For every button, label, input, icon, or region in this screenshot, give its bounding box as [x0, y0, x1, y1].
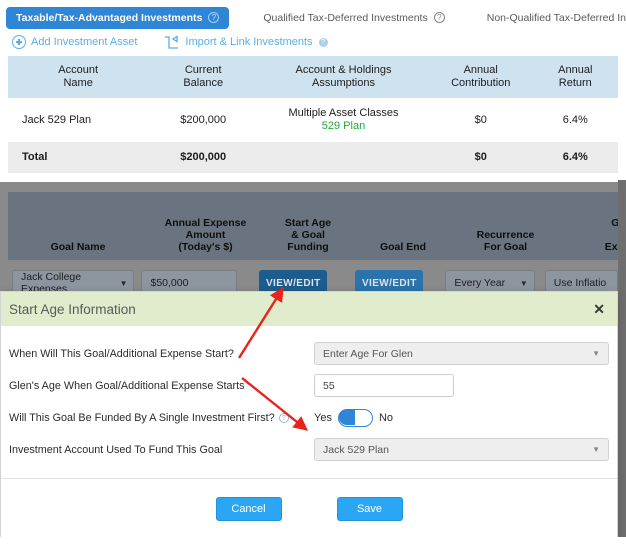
start-age-viewedit-label: VIEW/EDIT	[265, 277, 321, 289]
cell-total-label: Total	[8, 142, 149, 173]
age-input[interactable]: 55	[314, 374, 454, 397]
column-header-goal-name: Goal Name	[50, 241, 106, 253]
age-control: 55	[314, 374, 609, 397]
column-header-growth-before-expense: Growth Befo Expense	[604, 217, 626, 253]
investment-account-control: Jack 529 Plan ▼	[314, 438, 609, 461]
close-icon[interactable]: ✕	[593, 302, 605, 316]
save-button-label: Save	[356, 502, 383, 515]
chevron-down-icon: ▼	[592, 349, 600, 358]
tab-label: Non-Qualified Tax-Deferred Investments	[486, 11, 626, 24]
tab-taxable-tax-advantaged[interactable]: Taxable/Tax-Advantaged Investments ?	[6, 6, 230, 29]
label-single-investment: Will This Goal Be Funded By A Single Inv…	[9, 412, 314, 424]
goals-table-header: Goal Name Annual Expense Amount (Today's…	[8, 192, 626, 260]
field-row-single-investment: Will This Goal Be Funded By A Single Inv…	[9, 402, 609, 433]
accounts-table-header-row: Account Name Current Balance Account & H…	[8, 56, 618, 98]
single-investment-toggle[interactable]	[337, 408, 373, 427]
cell-assumptions: Multiple Asset Classes 529 Plan	[258, 98, 429, 142]
growth-value: Use Inflatio	[553, 277, 607, 289]
import-link-investments-label: Import & Link Investments	[185, 36, 313, 48]
column-header-goal-end: Goal End	[379, 241, 427, 253]
start-age-information-modal: Start Age Information ✕ When Will This G…	[0, 291, 618, 539]
single-investment-control: Yes No	[314, 408, 609, 427]
field-row-goal-start: When Will This Goal/Additional Expense S…	[9, 338, 609, 369]
column-header-annual-contribution: Annual Contribution	[428, 56, 533, 98]
cell-account-name: Jack 529 Plan	[8, 98, 149, 142]
label-single-investment-text: Will This Goal Be Funded By A Single Inv…	[9, 411, 275, 424]
field-row-age: Glen's Age When Goal/Additional Expense …	[9, 370, 609, 401]
accounts-table-wrap: Account Name Current Balance Account & H…	[0, 56, 626, 173]
label-investment-account: Investment Account Used To Fund This Goa…	[9, 443, 223, 456]
column-header-account-name: Account Name	[8, 56, 149, 98]
bottom-gutter	[0, 537, 626, 545]
cancel-button-label: Cancel	[231, 502, 266, 515]
toggle-no-label: No	[378, 411, 394, 424]
help-icon[interactable]: ?	[278, 412, 289, 423]
recurrence-value: Every Year	[454, 277, 506, 289]
asset-action-row: Add Investment Asset Import & Link Inves…	[0, 30, 626, 56]
tab-label: Qualified Tax-Deferred Investments	[263, 11, 428, 24]
column-header-annual-return: Annual Return	[532, 56, 618, 98]
cell-total-contribution: $0	[428, 142, 533, 173]
goal-end-viewedit-label: VIEW/EDIT	[361, 277, 417, 289]
right-scroll-gutter	[618, 180, 626, 545]
add-investment-asset-label: Add Investment Asset	[31, 36, 138, 48]
table-row[interactable]: Jack 529 Plan $200,000 Multiple Asset Cl…	[8, 98, 618, 142]
accounts-table: Account Name Current Balance Account & H…	[8, 56, 618, 173]
tab-label: Taxable/Tax-Advantaged Investments	[16, 11, 203, 24]
help-icon[interactable]: ?	[208, 12, 220, 23]
modal-header: Start Age Information ✕	[1, 292, 617, 326]
import-arrow-icon	[163, 34, 180, 50]
cell-total-assumptions	[258, 142, 429, 173]
field-row-investment-account: Investment Account Used To Fund This Goa…	[9, 434, 609, 465]
chevron-down-icon: ▼	[119, 278, 128, 288]
column-header-current-balance: Current Balance	[148, 56, 259, 98]
column-header-start-age-goal-funding: Start Age & Goal Funding	[284, 217, 332, 253]
cell-current-balance: $200,000	[148, 98, 259, 142]
cancel-button[interactable]: Cancel	[215, 496, 282, 521]
modal-footer: Cancel Save	[1, 478, 617, 538]
goal-start-select[interactable]: Enter Age For Glen ▼	[314, 342, 609, 365]
tab-qualified-tax-deferred[interactable]: Qualified Tax-Deferred Investments ?	[253, 7, 454, 29]
goals-header-row: Goal Name Annual Expense Amount (Today's…	[8, 192, 626, 260]
investment-account-select[interactable]: Jack 529 Plan ▼	[314, 438, 609, 461]
label-age: Glen's Age When Goal/Additional Expense …	[9, 379, 245, 392]
tab-non-qualified-tax-deferred[interactable]: Non-Qualified Tax-Deferred Investments ?	[477, 7, 626, 29]
goal-start-value: Enter Age For Glen	[323, 347, 413, 360]
help-icon[interactable]: ?	[433, 12, 445, 23]
investment-type-tabbar: Taxable/Tax-Advantaged Investments ? Qua…	[0, 0, 626, 30]
investment-account-value: Jack 529 Plan	[323, 443, 389, 456]
table-row-total: Total $200,000 $0 6.4%	[8, 142, 618, 173]
assumptions-main: Multiple Asset Classes	[288, 107, 399, 119]
goals-panel: Goal Name Annual Expense Amount (Today's…	[0, 182, 626, 298]
column-header-assumptions: Account & Holdings Assumptions	[258, 56, 429, 98]
column-header-recurrence: Recurrence For Goal	[476, 229, 535, 253]
assumptions-sub: 529 Plan	[321, 120, 366, 132]
help-icon[interactable]: ?	[318, 37, 328, 47]
label-goal-start: When Will This Goal/Additional Expense S…	[9, 347, 234, 360]
add-investment-asset-link[interactable]: Add Investment Asset	[12, 35, 137, 49]
toggle-knob	[338, 409, 355, 425]
toggle-yes-label: Yes	[314, 411, 332, 424]
cell-annual-return: 6.4%	[532, 98, 618, 142]
plus-circle-icon	[12, 35, 26, 49]
import-link-investments-link[interactable]: Import & Link Investments ?	[163, 34, 328, 50]
cell-annual-contribution: $0	[428, 98, 533, 142]
cell-total-balance: $200,000	[148, 142, 259, 173]
age-value: 55	[323, 379, 335, 392]
chevron-down-icon: ▼	[519, 278, 528, 288]
column-header-annual-expense: Annual Expense Amount (Today's $)	[164, 217, 247, 253]
chevron-down-icon: ▼	[592, 445, 600, 454]
cell-total-return: 6.4%	[532, 142, 618, 173]
modal-body: When Will This Goal/Additional Expense S…	[1, 326, 617, 470]
modal-title: Start Age Information	[9, 301, 136, 317]
annual-expense-value: $50,000	[150, 277, 189, 289]
save-button[interactable]: Save	[336, 496, 403, 521]
goal-start-control: Enter Age For Glen ▼	[314, 342, 609, 365]
yes-no-toggle-group[interactable]: Yes No	[314, 408, 609, 427]
